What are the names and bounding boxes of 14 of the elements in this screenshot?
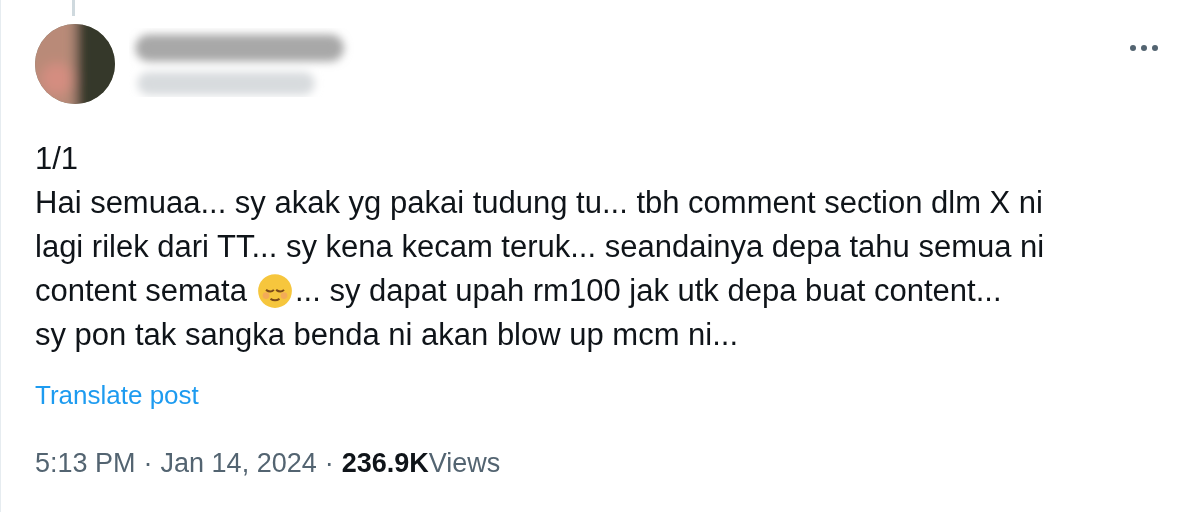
views-label: Views: [428, 448, 501, 478]
separator-dot: ·: [143, 448, 153, 478]
post-time[interactable]: 5:13 PM: [35, 448, 136, 478]
post-text: content semata: [35, 272, 247, 310]
post-text: ... sy dapat upah rm100 jak utk depa buat content...: [294, 272, 1002, 310]
separator-dot: ·: [324, 448, 334, 478]
post-text: Hai semuaa... sy akak yg pakai tudung tu... tbh comment section dlm X ni: [35, 184, 1043, 222]
view-count: 236.9K: [341, 448, 429, 478]
post-text: lagi rilek dari TT... sy kena kecam teruk... seandainya depa tahu semua ni: [35, 228, 1045, 266]
more-icon[interactable]: [1129, 44, 1159, 52]
post-text: 1/1: [35, 140, 79, 178]
relieved-face-icon: [256, 273, 293, 309]
post-text: sy pon tak sangka benda ni akan blow up mcm ni...: [35, 316, 739, 354]
post-date[interactable]: Jan 14, 2024: [160, 448, 317, 478]
